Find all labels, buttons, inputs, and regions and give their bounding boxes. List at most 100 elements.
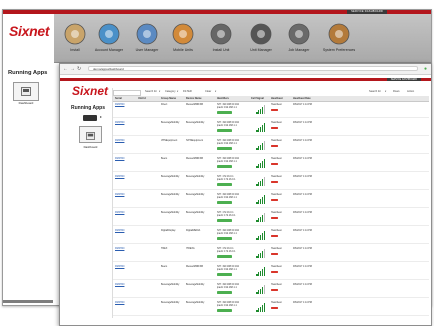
col-device-name[interactable]: Device Name [186,97,202,100]
heartbeat-date-cell: 9/6/2017 1:14 PM [293,121,312,124]
tool-button-1[interactable]: Account Manager [92,22,126,52]
tool-button-2[interactable]: User Manager [130,22,164,52]
heartbeat-label: Heartbeat [271,103,282,106]
front-account-menu[interactable]: SERVICE DASHBOARD [386,78,421,81]
serial-link[interactable]: RM4H00 [115,283,124,287]
details-button[interactable] [217,309,232,312]
details-button[interactable] [217,255,232,258]
col-heartbeat-date[interactable]: Heartbeat Date [293,97,311,100]
details-button[interactable] [217,111,232,114]
dashboard-app-button[interactable]: Dashboard [13,82,39,105]
col-serial[interactable]: Serial [115,97,122,100]
table-row[interactable]: RM4H00 Direct MesseIMDR/KB IVH: 190 188 00 … [113,102,429,118]
search-for-label[interactable]: Search for [145,90,157,93]
table-row[interactable]: RM4H00 BeverageMobility BeverageMobility IV… [113,282,429,298]
serial-link[interactable]: RM4H00 [115,247,124,251]
table-row[interactable]: RM4H00 Beers MesseIMDR/KB IVH: 190 188 00 1… [113,264,429,280]
tool-button-0[interactable]: Install [58,22,92,52]
serial-link[interactable]: RM4H00 [115,265,124,269]
details-button[interactable] [217,219,232,222]
front-dashboard-app-button[interactable]: Dashboard [79,126,102,149]
col-identifiers[interactable]: Identifiers [217,97,229,100]
category-select[interactable]: Category [165,90,176,93]
heartbeat-label: Heartbeat [271,265,282,268]
col-cell-signal[interactable]: Cell Signal [251,97,264,100]
address-bar[interactable]: demo/appui/dashboard [88,66,418,71]
serial-link[interactable]: RM4H00 [115,301,124,305]
cell-signal-icon [256,285,266,294]
identifier-line: ipad1: 172.16.0.1 [217,249,236,253]
back-arrow-icon[interactable]: ← [63,66,68,72]
chevron-right-icon[interactable]: ▸ [100,114,102,119]
front-running-apps-heading: Running Apps [71,105,105,111]
tool-button-7[interactable]: System Preferences [322,22,356,52]
tool-label: Job Manager [288,48,310,52]
device-name-cell: BeverageMobility [186,121,205,124]
serial-link[interactable]: RM4H00 [115,157,124,161]
front-dashboard-label: Dashboard [83,145,98,149]
heartbeat-date-cell: 9/6/2017 1:14 PM [293,247,312,250]
heartbeat-date-cell: 9/6/2017 1:14 PM [293,265,312,268]
serial-link[interactable]: RM4H00 [115,121,124,125]
details-button[interactable] [217,165,232,168]
router-icon[interactable] [83,115,97,121]
details-button[interactable] [217,273,232,276]
running-apps-heading: Running Apps [8,70,48,76]
forward-arrow-icon[interactable]: → [70,66,75,72]
table-row[interactable]: RM4H00 DigitalDisplay DigitalMEDIA IVH: 190… [113,228,429,244]
dropdown-arrow-icon[interactable]: ▾ [159,90,160,93]
table-row[interactable]: RM4H00 BeverageMobility BeverageMobility IV… [113,192,429,208]
serial-link[interactable]: RM4H00 [115,211,124,215]
serial-link[interactable]: RM4H00 [115,139,124,143]
serial-link[interactable]: RM4H00 [115,103,124,107]
right-search-label[interactable]: Search for [369,90,381,93]
dropdown-arrow-icon[interactable]: ▾ [385,90,386,93]
table-row[interactable]: RM4H00 BeverageMobility BeverageMobility IV… [113,174,429,190]
tool-button-5[interactable]: Unit Manager [244,22,278,52]
details-button[interactable] [217,183,232,186]
heartbeat-label: Heartbeat [271,175,282,178]
table-row[interactable]: RM4H00 TREX ITREXA IVH: 172.16.0.1 ipad1: 17… [113,246,429,262]
tool-button-6[interactable]: Job Manager [282,22,316,52]
tool-button-3[interactable]: Mobile Units [166,22,200,52]
table-row[interactable]: RM4H00 BeverageMobility BeverageMobility IV… [113,300,429,316]
rows-label[interactable]: Rows [393,90,400,93]
details-button[interactable] [217,237,232,240]
table-row[interactable]: RM4H00 BeverageMobility BeverageMobility IV… [113,210,429,226]
filter-button[interactable]: FILTER [183,90,192,93]
serial-link[interactable]: RM4H00 [115,229,124,233]
table-row[interactable]: RM4H00 Beers MesseIMDR/KB IVH: 190 188 00 1… [113,156,429,172]
details-button[interactable] [217,147,232,150]
table-row[interactable]: RM4H00 BeverageMobility BeverageMobility IV… [113,120,429,136]
dropdown-arrow-icon[interactable]: ▾ [215,90,216,93]
identifier-line: ipad1: 192.168.1.1 [217,195,237,199]
group-name-cell: Beers [161,265,168,268]
serial-link[interactable]: RM4H00 [115,193,124,197]
group-name-cell: VPNEquipment [161,139,178,142]
col-heartbeat[interactable]: Heartbeat [271,97,283,100]
serial-link[interactable]: RM4H00 [115,175,124,179]
tool-button-4[interactable]: Install Unit [204,22,238,52]
details-button[interactable] [217,291,232,294]
front-window: ← → ↻ demo/appui/dashboard ● SERVICE DAS… [59,63,432,326]
group-name-cell: BeverageMobility [161,193,180,196]
col-unit-id[interactable]: Unit Id [138,97,146,100]
dropdown-arrow-icon[interactable]: ▾ [177,90,178,93]
identifier-line: ipad1: 172.16.0.1 [217,213,236,217]
heartbeat-status [271,253,278,256]
heartbeat-date-cell: 9/6/2017 1:14 PM [293,175,312,178]
clear-button[interactable]: Clear [205,90,211,93]
col-group-name[interactable]: Group Name [161,97,176,100]
identifiers-cell: IVH: 190 188 00 192 ipad1: 192.168.1.1 [217,283,239,289]
identifiers-cell: IVH: 190 188 00 192 ipad1: 192.168.1.1 [217,103,239,109]
details-button[interactable] [217,129,232,132]
mobile-units-icon [171,22,195,46]
table-row[interactable]: RM4H00 VPNEquipment IVPNEquipment IVH: 190 … [113,138,429,154]
reload-icon[interactable]: ↻ [77,66,81,72]
heartbeat-label: Heartbeat [271,211,282,214]
identifiers-cell: IVH: 190 188 00 192 ipad1: 192.168.1.1 [217,193,239,199]
details-button[interactable] [217,201,232,204]
identifier-line: ipad1: 192.168.1.1 [217,285,237,289]
action-label[interactable]: Action [407,90,414,93]
menu-dot-icon[interactable]: ● [424,66,427,72]
